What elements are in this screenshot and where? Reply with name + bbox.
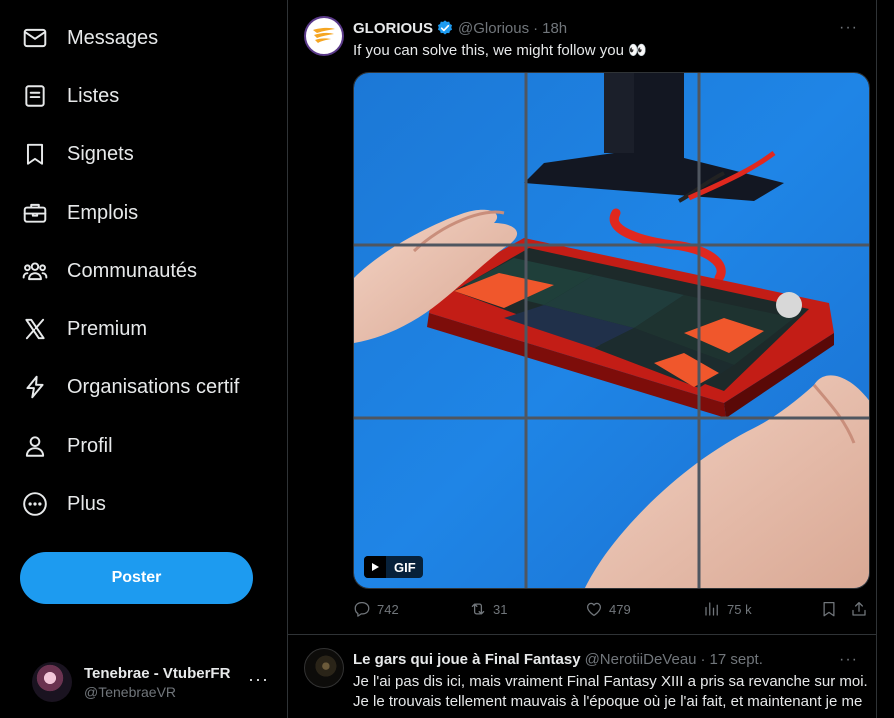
timestamp[interactable]: 18h — [542, 20, 567, 37]
tweet-header: GLORIOUS @Glorious · 18h — [353, 19, 567, 37]
bookmark-icon — [823, 601, 835, 617]
tweet-header: Le gars qui joue à Final Fantasy @Neroti… — [353, 651, 763, 668]
sidebar-item-bookmarks[interactable]: Signets — [22, 132, 134, 176]
separator: · — [700, 651, 706, 668]
reply-count: 742 — [377, 601, 399, 617]
list-icon — [22, 83, 48, 109]
gif-badge[interactable]: GIF — [364, 556, 423, 578]
tweet-actions: 742 31 479 75 k — [353, 600, 870, 624]
account-more-icon[interactable]: ··· — [248, 669, 269, 690]
bookmark-icon — [22, 141, 48, 167]
avatar[interactable] — [304, 648, 344, 688]
sidebar-item-communities[interactable]: Communautés — [22, 249, 197, 293]
timestamp[interactable]: 17 sept. — [710, 651, 763, 668]
gif-label: GIF — [394, 559, 416, 575]
sidebar-item-label: Signets — [67, 142, 134, 165]
account-switcher[interactable]: Tenebrae - VtuberFR @TenebraeVR ··· — [20, 655, 280, 709]
sidebar-item-label: Plus — [67, 492, 106, 515]
account-names: Tenebrae - VtuberFR @TenebraeVR — [84, 665, 230, 700]
author-name[interactable]: Le gars qui joue à Final Fantasy — [353, 651, 581, 668]
avatar — [32, 662, 72, 702]
mail-icon — [22, 25, 48, 51]
repost-count: 31 — [493, 601, 508, 617]
account-handle: @TenebraeVR — [84, 683, 177, 700]
timeline: GLORIOUS @Glorious · 18h ··· If you can … — [287, 0, 877, 718]
author-name[interactable]: GLORIOUS — [353, 20, 433, 37]
communities-icon — [22, 258, 48, 284]
tweet-media-gif[interactable]: GIF — [353, 72, 870, 589]
share-icon — [852, 601, 866, 616]
like-count: 479 — [609, 601, 631, 617]
share-button[interactable] — [850, 600, 874, 618]
tweet-more-icon[interactable]: ··· — [839, 651, 858, 669]
author-handle[interactable]: @Glorious — [458, 20, 529, 37]
tweet[interactable]: Le gars qui joue à Final Fantasy @Neroti… — [288, 636, 876, 718]
sidebar-item-profile[interactable]: Profil — [22, 424, 113, 468]
x-logo-icon — [22, 316, 48, 342]
glorious-logo-icon — [313, 27, 335, 43]
views-chart-icon — [705, 602, 718, 616]
views-count: 75 k — [727, 601, 752, 617]
account-name: Tenebrae - VtuberFR — [84, 664, 231, 682]
sidebar-item-lists[interactable]: Listes — [22, 74, 119, 118]
avatar[interactable] — [304, 16, 344, 56]
reply-button[interactable]: 742 — [353, 600, 399, 618]
sidebar-item-label: Organisations certif — [67, 375, 240, 398]
sidebar-item-label: Listes — [67, 84, 120, 107]
lightning-icon — [22, 374, 48, 400]
sidebar-item-more[interactable]: Plus — [22, 482, 106, 526]
reply-icon — [354, 601, 370, 617]
author-handle[interactable]: @NerotiiDeVeau — [585, 651, 697, 668]
like-button[interactable]: 479 — [585, 600, 631, 618]
sidebar-item-jobs[interactable]: Emplois — [22, 191, 138, 235]
tweet-text: Je l'ai pas dis ici, mais vraiment Final… — [353, 673, 868, 710]
views-button[interactable]: 75 k — [703, 600, 752, 618]
tweet-text: If you can solve this, we might follow y… — [353, 42, 647, 59]
person-icon — [22, 433, 48, 459]
sidebar-item-label: Emplois — [67, 201, 139, 224]
sidebar-item-messages[interactable]: Messages — [22, 16, 158, 60]
sidebar-item-label: Messages — [67, 26, 159, 49]
sidebar: Messages Listes Signets Emplois Communau… — [0, 0, 287, 718]
tweet[interactable]: GLORIOUS @Glorious · 18h ··· If you can … — [288, 0, 876, 635]
sidebar-item-premium[interactable]: Premium — [22, 307, 147, 351]
sidebar-item-label: Communautés — [67, 259, 198, 282]
tweet-more-icon[interactable]: ··· — [839, 19, 858, 37]
post-button[interactable]: Poster — [20, 552, 253, 604]
sidebar-item-verified-orgs[interactable]: Organisations certif — [22, 365, 239, 409]
sidebar-item-label: Profil — [67, 434, 113, 457]
verified-badge-icon — [437, 20, 453, 35]
scrollbar[interactable] — [878, 0, 894, 718]
bookmark-button[interactable] — [820, 600, 844, 618]
briefcase-icon — [22, 200, 48, 226]
more-circle-icon — [22, 491, 48, 517]
play-icon — [364, 556, 386, 578]
heart-icon — [586, 602, 602, 617]
sidebar-item-label: Premium — [67, 317, 148, 340]
keyboard-puzzle-image — [354, 73, 869, 588]
repost-button[interactable]: 31 — [469, 600, 507, 618]
separator: · — [533, 19, 539, 37]
repost-icon — [471, 603, 485, 615]
